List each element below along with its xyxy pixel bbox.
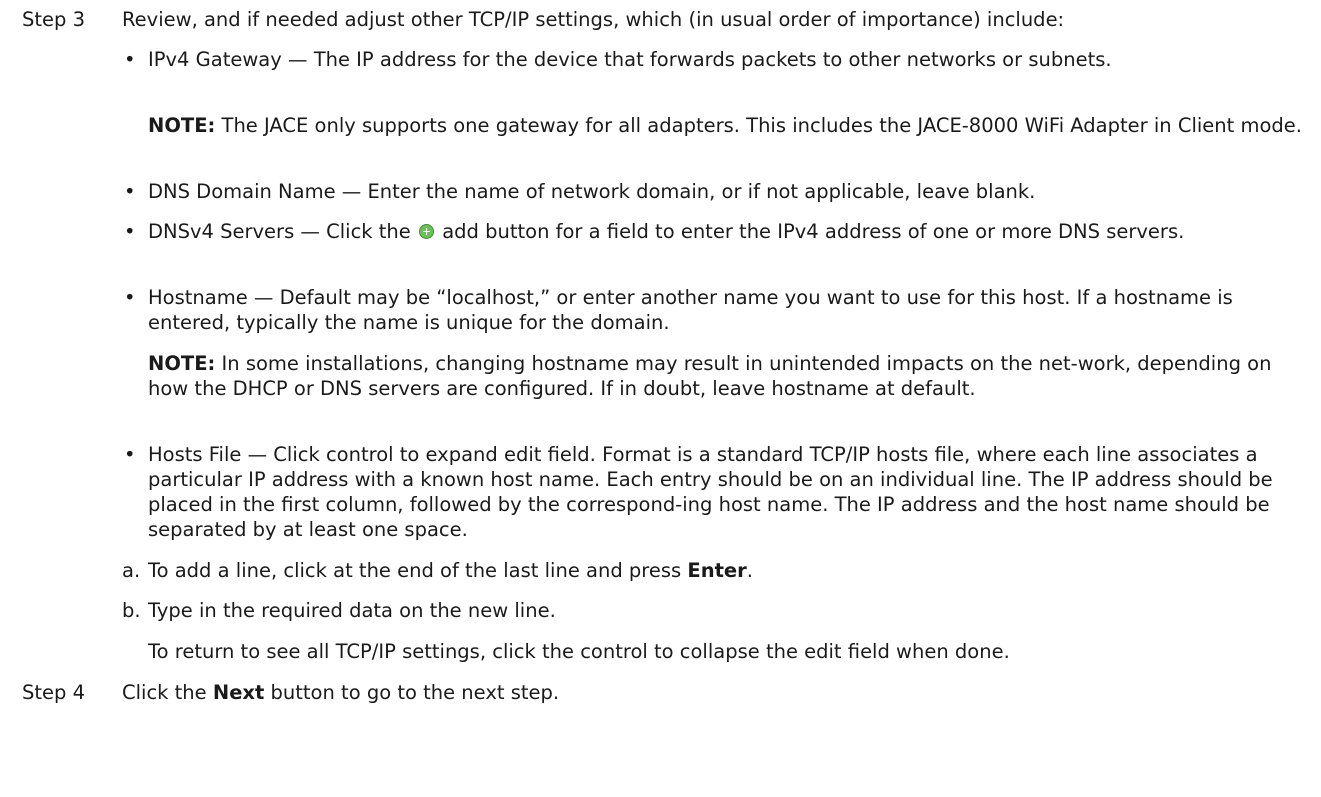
substep-followup: To return to see all TCP/IP settings, cl…: [148, 640, 1010, 663]
note-text: In some installations, changing hostname…: [148, 352, 1272, 400]
domain-item: DNS Domain Name — Enter the name of netw…: [148, 180, 1036, 203]
bullet-marker: •: [124, 443, 136, 466]
substep-a-text: To add a line, click at the end of the l…: [148, 559, 682, 582]
dns-servers-text-start: DNSv4 Servers — Click the: [148, 220, 411, 243]
note-label: NOTE:: [148, 114, 216, 137]
substep-b: Type in the required data on the new lin…: [148, 599, 556, 622]
bullet-marker: •: [124, 48, 136, 71]
dns-servers-text-end: add button for a field to enter the IPv4…: [442, 220, 1185, 243]
substep-a: To add a line, click at the end of the l…: [148, 558, 1313, 583]
hostname-note: NOTE: In some installations, changing ho…: [148, 351, 1313, 401]
step-4-label: Step 4: [22, 681, 86, 704]
note-text: The JACE only supports one gateway for a…: [221, 114, 1302, 137]
gateway-item: IPv4 Gateway — The IP address for the de…: [148, 48, 1112, 71]
hostname-item: Hostname — Default may be “localhost,” o…: [148, 286, 1233, 334]
enter-key: Enter: [687, 559, 747, 582]
document-page: Step 3 Review, and if needed adjust othe…: [0, 0, 1321, 797]
substep-b-letter: b.: [122, 599, 141, 622]
substep-a-letter: a.: [122, 559, 141, 582]
substep-a-period: .: [746, 559, 753, 582]
note-label: NOTE:: [148, 352, 216, 375]
step-4-text-end: button to go to the next step.: [270, 681, 560, 704]
bullet-marker: •: [124, 286, 136, 309]
step-3-text: Review, and if needed adjust other TCP/I…: [122, 8, 1065, 31]
add-icon: [419, 224, 434, 239]
dns-servers-item: DNSv4 Servers — Click the add button for…: [148, 219, 1313, 244]
next-button-name: Next: [212, 681, 265, 704]
hosts-file-item: Hosts File — Click control to expand edi…: [148, 443, 1273, 541]
step-3-label: Step 3: [22, 8, 86, 31]
bullet-marker: •: [124, 220, 136, 243]
step-4-text: Click the Next button to go to the next …: [122, 680, 559, 705]
gateway-note: NOTE: The JACE only supports one gateway…: [148, 113, 1313, 138]
step-4-text-start: Click the: [122, 681, 207, 704]
bullet-marker: •: [124, 180, 136, 203]
